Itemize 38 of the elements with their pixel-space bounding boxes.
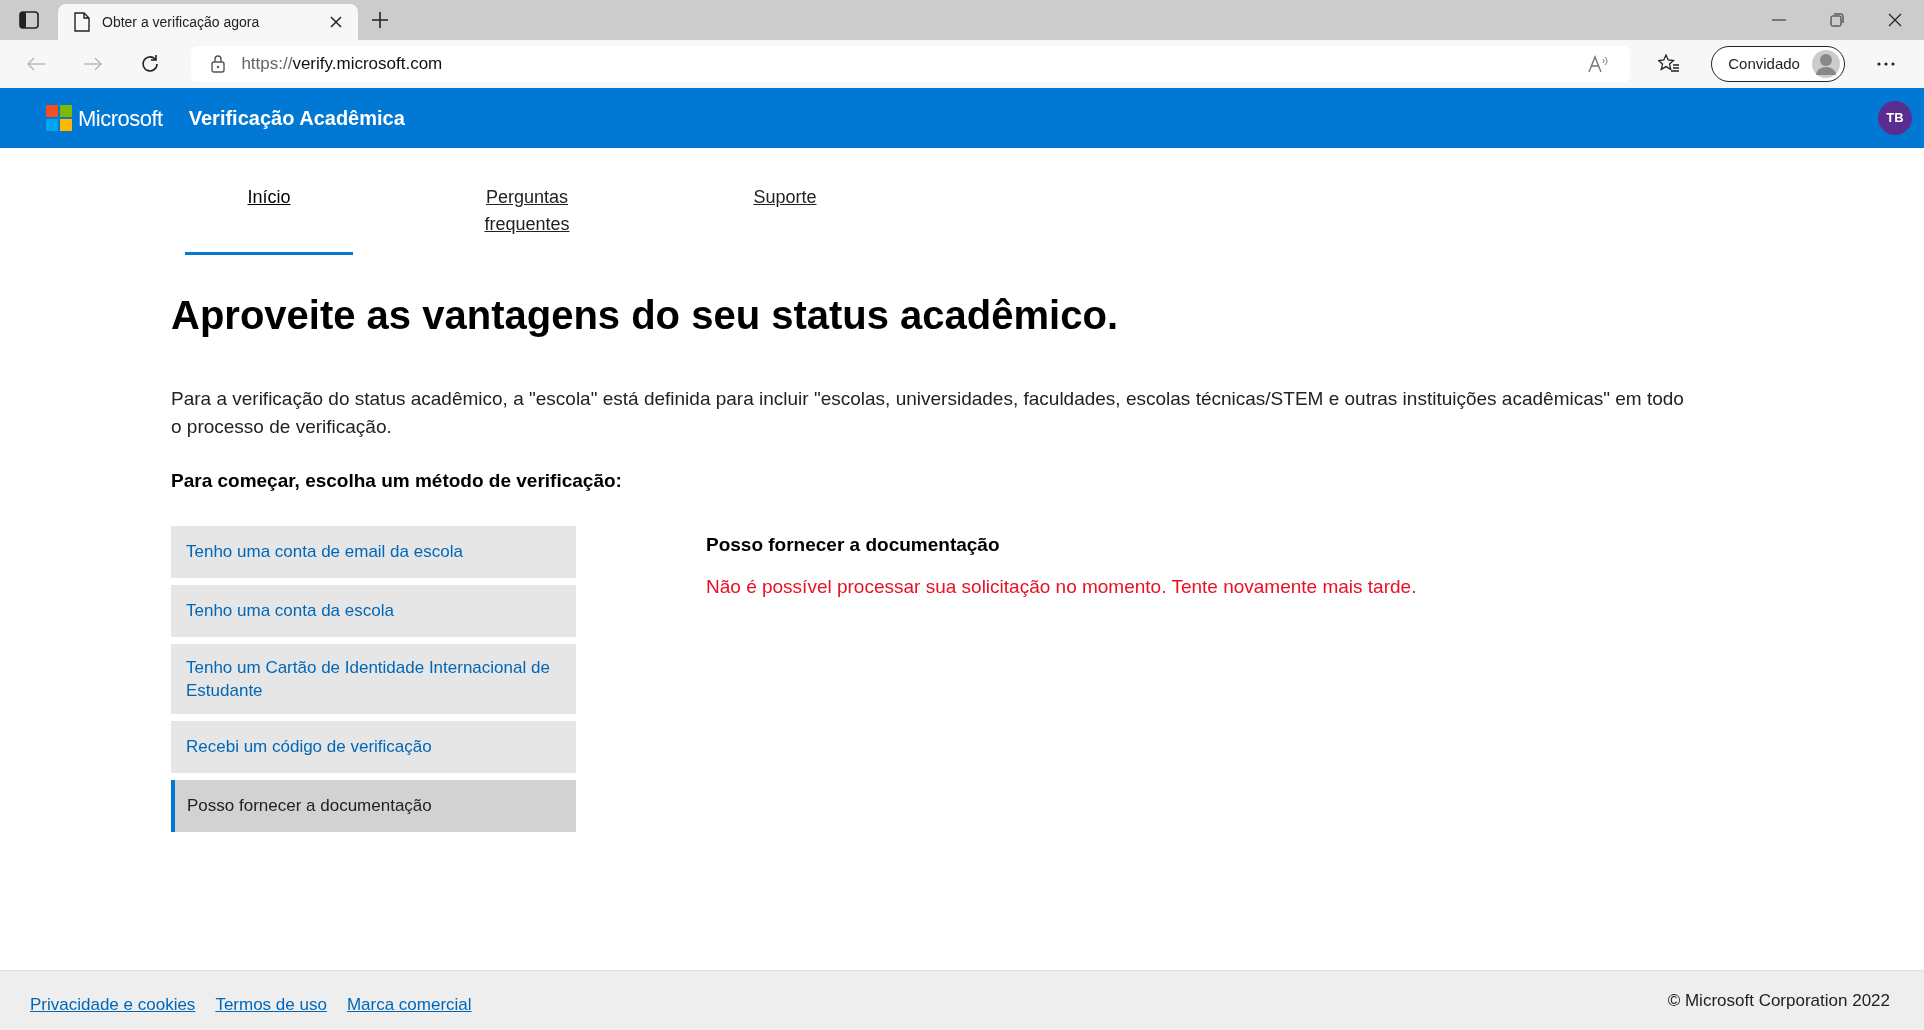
method-option[interactable]: Recebi um código de verificação: [171, 720, 576, 773]
method-option[interactable]: Tenho uma conta de email da escola: [171, 525, 576, 578]
avatar-icon: [1811, 50, 1840, 78]
url-text: https://verify.microsoft.com: [241, 53, 444, 76]
browser-tab[interactable]: Obter a verificação agora: [58, 4, 358, 40]
intro-paragraph: Para a verificação do status acadêmico, a "escola" está definida para incluir "escolas, universidades, faculdades, escolas técnicas/STEM e outras instituições acadêmicas" em todo o processo de verificação.: [171, 387, 1685, 439]
copyright-text: © Microsoft Corporation 2022: [1667, 989, 1891, 1012]
panel-title: Posso fornecer a documentação: [706, 532, 1001, 557]
method-option[interactable]: Tenho um Cartão de Identidade Internacional de Estudante: [171, 643, 576, 714]
close-icon[interactable]: [330, 16, 342, 28]
close-icon[interactable]: [1888, 13, 1902, 27]
tab-title: Obter a verificação agora: [102, 12, 261, 32]
tab-actions-icon[interactable]: [19, 11, 39, 29]
page-heading: Aproveite as vantagens do seu status acadêmico.: [171, 292, 1119, 339]
site-title[interactable]: Verificação Acadêmica: [188, 103, 405, 133]
favorites-icon[interactable]: [1657, 54, 1680, 74]
read-aloud-icon[interactable]: [1588, 55, 1611, 73]
methods-heading: Para começar, escolha um método de verificação:: [171, 469, 623, 493]
restore-icon[interactable]: [1830, 13, 1844, 27]
microsoft-logo-icon: [46, 105, 72, 131]
footer-link[interactable]: Termos de uso: [215, 991, 327, 1018]
footer-link[interactable]: Privacidade e cookies: [30, 991, 196, 1018]
nav-tab[interactable]: Perguntas frequentes: [443, 184, 611, 255]
profile-button[interactable]: Convidado: [1711, 46, 1845, 82]
more-icon[interactable]: [1877, 62, 1896, 66]
address-bar[interactable]: https://verify.microsoft.com: [191, 46, 1631, 82]
brand-name[interactable]: Microsoft: [78, 101, 163, 135]
new-tab-icon[interactable]: [371, 11, 389, 29]
error-message: Não é possível processar sua solicitação no momento. Tente novamente mais tarde.: [706, 575, 1417, 599]
nav-tab[interactable]: Suporte: [701, 184, 869, 255]
reload-icon[interactable]: [139, 54, 160, 74]
method-option[interactable]: Posso fornecer a documentação: [171, 779, 576, 832]
page-icon: [74, 12, 90, 32]
lock-icon: [211, 55, 226, 73]
user-avatar[interactable]: TB: [1878, 101, 1912, 135]
method-option[interactable]: Tenho uma conta da escola: [171, 584, 576, 637]
footer-link[interactable]: Marca comercial: [346, 991, 472, 1018]
nav-tab[interactable]: Início: [185, 184, 353, 255]
